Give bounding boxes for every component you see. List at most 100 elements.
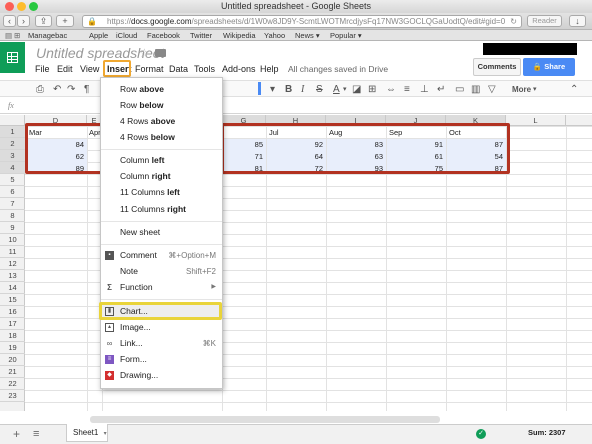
menu-help[interactable]: Help: [260, 62, 279, 76]
more-button[interactable]: More: [512, 84, 531, 95]
share-page-icon[interactable]: ⇪: [35, 15, 52, 27]
font-size-dropdown-icon[interactable]: ▾: [270, 84, 275, 95]
row-header-21[interactable]: 21: [0, 366, 25, 378]
text-color-dropdown-icon[interactable]: ▾: [343, 84, 347, 95]
folder-icon[interactable]: [155, 49, 166, 57]
italic-icon[interactable]: I: [301, 84, 304, 95]
row-header-19[interactable]: 19: [0, 342, 25, 354]
text-color-icon[interactable]: A: [333, 84, 340, 95]
row-header-13[interactable]: 13: [0, 270, 25, 282]
bold-icon[interactable]: B: [285, 84, 292, 95]
top-sites-icon[interactable]: ⊞: [14, 30, 20, 41]
row-header-4[interactable]: 4: [0, 162, 25, 174]
row-header-8[interactable]: 8: [0, 210, 25, 222]
row-header-15[interactable]: 15: [0, 294, 25, 306]
sheet-tab-sheet1[interactable]: Sheet1 ▾: [66, 424, 108, 442]
bookmark-icloud[interactable]: iCloud: [116, 30, 137, 41]
borders-icon[interactable]: ⊞: [368, 84, 376, 95]
back-button[interactable]: ‹: [3, 15, 16, 27]
add-tab-button[interactable]: +: [56, 15, 74, 27]
add-sheet-icon[interactable]: +: [13, 427, 20, 441]
menu-item-function[interactable]: Σ Function ▶: [101, 280, 222, 295]
star-icon[interactable]: ☆: [139, 46, 150, 60]
sum-indicator[interactable]: Sum: 2307: [528, 428, 566, 437]
undo-icon[interactable]: ↶: [53, 84, 61, 95]
menu-item-comment[interactable]: ▪ Comment ⌘+Option+M: [101, 248, 222, 263]
menu-item-columns-right[interactable]: 11 Columns right: [101, 202, 222, 217]
print-icon[interactable]: ⎙: [36, 84, 44, 95]
sheets-logo-icon[interactable]: [0, 42, 25, 73]
all-sheets-icon[interactable]: ≡: [33, 428, 39, 440]
row-header-6[interactable]: 6: [0, 186, 25, 198]
menu-item-link[interactable]: ∞ Link... ⌘K: [101, 336, 222, 351]
bookmark-yahoo[interactable]: Yahoo: [264, 30, 285, 41]
comments-button[interactable]: Comments: [473, 58, 521, 76]
row-header-22[interactable]: 22: [0, 378, 25, 390]
menu-item-drawing[interactable]: ◆ Drawing...: [101, 368, 222, 383]
row-header-5[interactable]: 5: [0, 174, 25, 186]
align-left-icon[interactable]: ≡: [404, 84, 410, 95]
insert-chart-icon[interactable]: ▥: [471, 84, 480, 95]
filter-icon[interactable]: ▽: [488, 84, 496, 95]
merge-cells-icon[interactable]: ⇔: [386, 84, 396, 95]
menu-item-rows-below[interactable]: 4 Rows below: [101, 130, 222, 145]
bookmark-popular[interactable]: Popular ▾: [330, 30, 362, 41]
reader-button[interactable]: Reader: [527, 15, 562, 27]
close-window-icon[interactable]: [5, 2, 14, 11]
row-header-16[interactable]: 16: [0, 306, 25, 318]
row-header-18[interactable]: 18: [0, 330, 25, 342]
zoom-window-icon[interactable]: [29, 2, 38, 11]
row-header-7[interactable]: 7: [0, 198, 25, 210]
bookmark-wikipedia[interactable]: Wikipedia: [223, 30, 256, 41]
horizontal-scrollbar[interactable]: [90, 416, 440, 423]
row-header-1[interactable]: 1: [0, 126, 25, 138]
address-bar[interactable]: 🔒 https://docs.google.com/spreadsheets/d…: [82, 15, 522, 28]
menu-item-row-above[interactable]: Row above: [101, 82, 222, 97]
more-dropdown-icon[interactable]: ▾: [533, 84, 537, 95]
vertical-align-icon[interactable]: ⊥: [420, 84, 429, 95]
bookmark-news[interactable]: News ▾: [295, 30, 320, 41]
row-header-10[interactable]: 10: [0, 234, 25, 246]
row-header-20[interactable]: 20: [0, 354, 25, 366]
reload-icon[interactable]: ↻: [510, 16, 517, 27]
menu-item-rows-above[interactable]: 4 Rows above: [101, 114, 222, 129]
row-header-23[interactable]: 23: [0, 390, 25, 402]
menu-item-column-left[interactable]: Column left: [101, 153, 222, 168]
row-header-12[interactable]: 12: [0, 258, 25, 270]
row-header-3[interactable]: 3: [0, 150, 25, 162]
bookmark-facebook[interactable]: Facebook: [147, 30, 180, 41]
menu-file[interactable]: File: [35, 62, 50, 76]
menu-format[interactable]: Format: [135, 62, 164, 76]
strikethrough-icon[interactable]: S: [316, 84, 323, 95]
menu-item-column-right[interactable]: Column right: [101, 169, 222, 184]
fill-color-icon[interactable]: ◪: [352, 84, 361, 95]
forward-button[interactable]: ›: [17, 15, 30, 27]
explore-check-icon[interactable]: ✓: [476, 429, 486, 439]
menu-item-image[interactable]: ▴ Image...: [101, 320, 222, 335]
minimize-window-icon[interactable]: [17, 2, 26, 11]
menu-tools[interactable]: Tools: [194, 62, 215, 76]
menu-item-form[interactable]: ≡ Form...: [101, 352, 222, 367]
menu-add-ons[interactable]: Add-ons: [222, 62, 256, 76]
sheet-tab-dropdown-icon[interactable]: ▾: [104, 431, 107, 437]
share-button[interactable]: 🔒 Share: [523, 58, 575, 76]
menu-edit[interactable]: Edit: [57, 62, 73, 76]
wrap-text-icon[interactable]: ↵: [437, 84, 445, 95]
row-header-9[interactable]: 9: [0, 222, 25, 234]
insert-comment-icon[interactable]: ▭: [455, 84, 464, 95]
menu-item-row-below[interactable]: Row below: [101, 98, 222, 113]
bookmark-apple[interactable]: Apple: [89, 30, 108, 41]
downloads-icon[interactable]: ↓: [569, 15, 586, 27]
row-header-14[interactable]: 14: [0, 282, 25, 294]
column-header-l[interactable]: L: [506, 115, 566, 126]
collapse-toolbar-icon[interactable]: ⌃: [570, 84, 578, 95]
row-header-2[interactable]: 2: [0, 138, 25, 150]
row-header-17[interactable]: 17: [0, 318, 25, 330]
bookmark-twitter[interactable]: Twitter: [190, 30, 212, 41]
menu-item-note[interactable]: Note Shift+F2: [101, 264, 222, 279]
reading-list-icon[interactable]: ▤: [5, 30, 12, 41]
bookmark-managebac[interactable]: Managebac: [28, 30, 67, 41]
menu-item-columns-left[interactable]: 11 Columns left: [101, 185, 222, 200]
select-all-corner[interactable]: [0, 115, 25, 126]
menu-view[interactable]: View: [80, 62, 99, 76]
